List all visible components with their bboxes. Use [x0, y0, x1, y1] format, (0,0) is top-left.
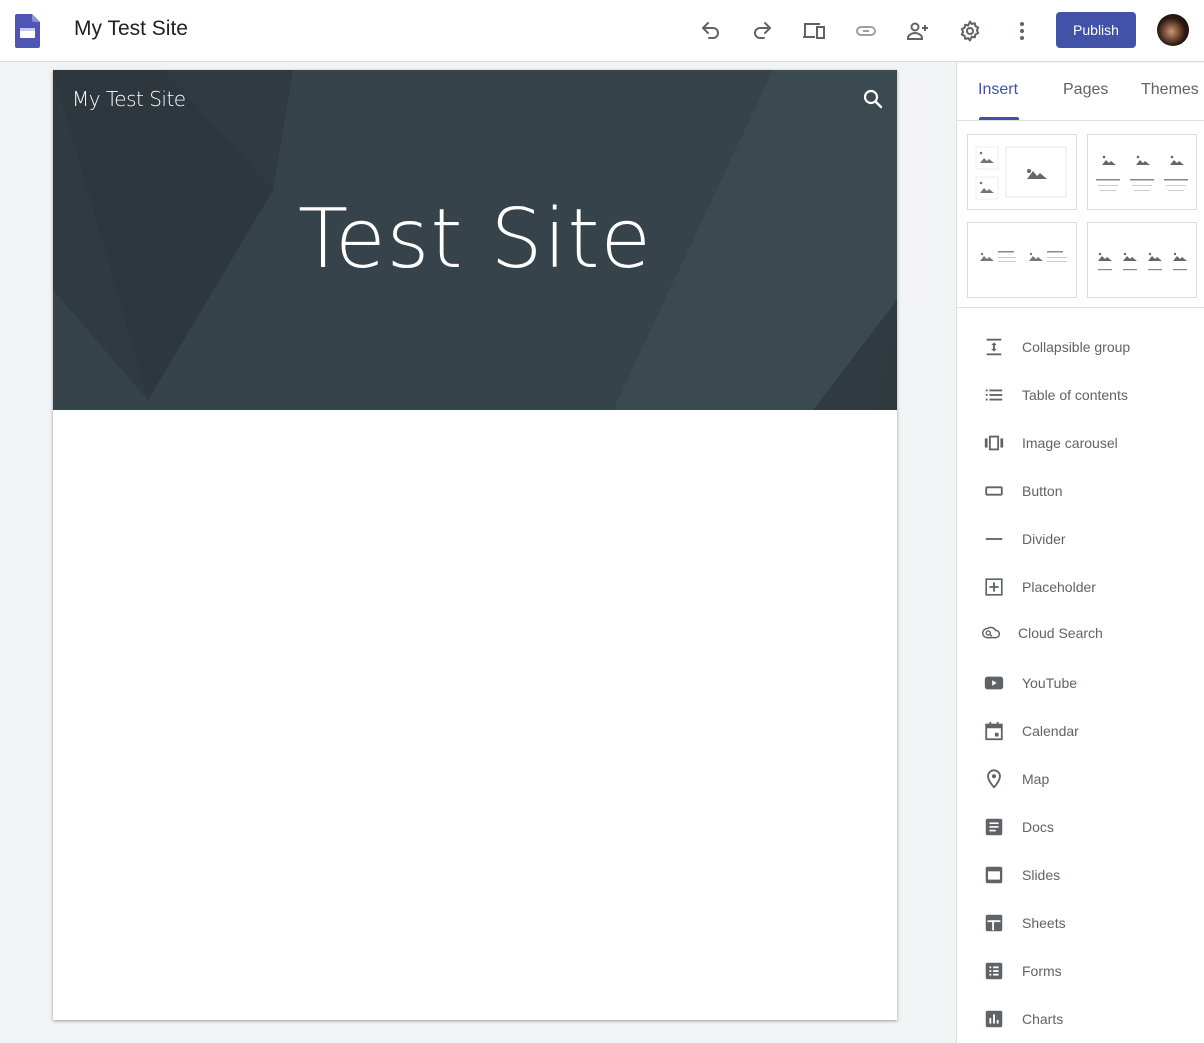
layout-two-image-text[interactable]: [967, 222, 1077, 298]
insert-item-button[interactable]: Button: [957, 471, 1204, 511]
insert-item-slides[interactable]: Slides: [957, 855, 1204, 895]
redo-icon[interactable]: [747, 16, 777, 46]
site-title[interactable]: My Test Site: [74, 17, 188, 41]
insert-item-docs[interactable]: Docs: [957, 807, 1204, 847]
insert-item-sheets[interactable]: Sheets: [957, 903, 1204, 943]
item-label: Collapsible group: [1022, 339, 1131, 355]
side-panel: Insert Pages Themes Collapsible group Ta…: [956, 63, 1204, 1043]
share-person-add-icon[interactable]: [903, 16, 933, 46]
site-page[interactable]: My Test Site Test Site: [53, 70, 897, 1020]
avatar[interactable]: [1157, 14, 1189, 46]
insert-item-forms[interactable]: Forms: [957, 951, 1204, 991]
insert-item-calendar[interactable]: Calendar: [957, 711, 1204, 751]
editor-canvas: My Test Site Test Site: [0, 63, 956, 1043]
calendar-icon: [982, 719, 1006, 743]
insert-item-collapsible-group[interactable]: Collapsible group: [957, 327, 1204, 367]
item-label: Divider: [1022, 531, 1066, 547]
item-label: Button: [1022, 483, 1063, 499]
publish-button[interactable]: Publish: [1056, 12, 1136, 48]
item-label: Forms: [1022, 963, 1062, 979]
item-label: Placeholder: [1022, 579, 1096, 595]
placeholder-icon: [982, 575, 1006, 599]
more-vert-icon[interactable]: [1007, 16, 1037, 46]
item-label: Cloud Search: [1018, 625, 1103, 641]
layout-four-columns[interactable]: [1087, 222, 1197, 298]
hero-header-section[interactable]: My Test Site Test Site: [53, 70, 897, 410]
settings-gear-icon[interactable]: [955, 16, 985, 46]
slides-icon: [982, 863, 1006, 887]
item-label: Docs: [1022, 819, 1054, 835]
docs-icon: [982, 815, 1006, 839]
top-app-bar: My Test Site Publish: [0, 0, 1204, 62]
insert-item-cloud-search[interactable]: Cloud Search: [957, 613, 1204, 653]
tab-themes[interactable]: Themes: [1141, 81, 1199, 99]
panel-tabs: Insert Pages Themes: [957, 63, 1204, 121]
forms-icon: [982, 959, 1006, 983]
hero-title[interactable]: Test Site: [53, 192, 897, 287]
preview-devices-icon[interactable]: [799, 16, 829, 46]
undo-icon[interactable]: [696, 16, 726, 46]
insert-item-table-of-contents[interactable]: Table of contents: [957, 375, 1204, 415]
search-icon[interactable]: [861, 87, 885, 111]
insert-item-charts[interactable]: Charts: [957, 999, 1204, 1039]
item-label: Table of contents: [1022, 387, 1128, 403]
insert-item-image-carousel[interactable]: Image carousel: [957, 423, 1204, 463]
button-icon: [982, 479, 1006, 503]
item-label: Sheets: [1022, 915, 1066, 931]
tab-insert[interactable]: Insert: [978, 81, 1018, 99]
cloud-search-icon: [979, 621, 1003, 645]
site-header-name[interactable]: My Test Site: [72, 87, 186, 111]
link-icon[interactable]: [851, 16, 881, 46]
insert-item-map[interactable]: Map: [957, 759, 1204, 799]
item-label: Calendar: [1022, 723, 1079, 739]
sheets-icon: [982, 911, 1006, 935]
item-label: Slides: [1022, 867, 1061, 883]
item-label: Charts: [1022, 1011, 1064, 1027]
insert-item-youtube[interactable]: YouTube: [957, 663, 1204, 703]
google-sites-logo-icon[interactable]: [15, 14, 40, 48]
map-pin-icon: [982, 767, 1006, 791]
item-label: YouTube: [1022, 675, 1078, 691]
active-tab-indicator: [979, 117, 1019, 120]
table-of-contents-icon: [982, 383, 1006, 407]
item-label: Image carousel: [1022, 435, 1118, 451]
layouts-section: [957, 122, 1204, 308]
layout-two-small-one-large[interactable]: [967, 134, 1077, 210]
insert-item-placeholder[interactable]: Placeholder: [957, 567, 1204, 607]
collapsible-group-icon: [982, 335, 1006, 359]
divider-icon: [982, 527, 1006, 551]
charts-icon: [982, 1007, 1006, 1031]
tab-pages[interactable]: Pages: [1063, 81, 1108, 99]
insert-item-divider[interactable]: Divider: [957, 519, 1204, 559]
youtube-icon: [982, 671, 1006, 695]
image-carousel-icon: [982, 431, 1006, 455]
item-label: Map: [1022, 771, 1050, 787]
layout-three-columns-text[interactable]: [1087, 134, 1197, 210]
